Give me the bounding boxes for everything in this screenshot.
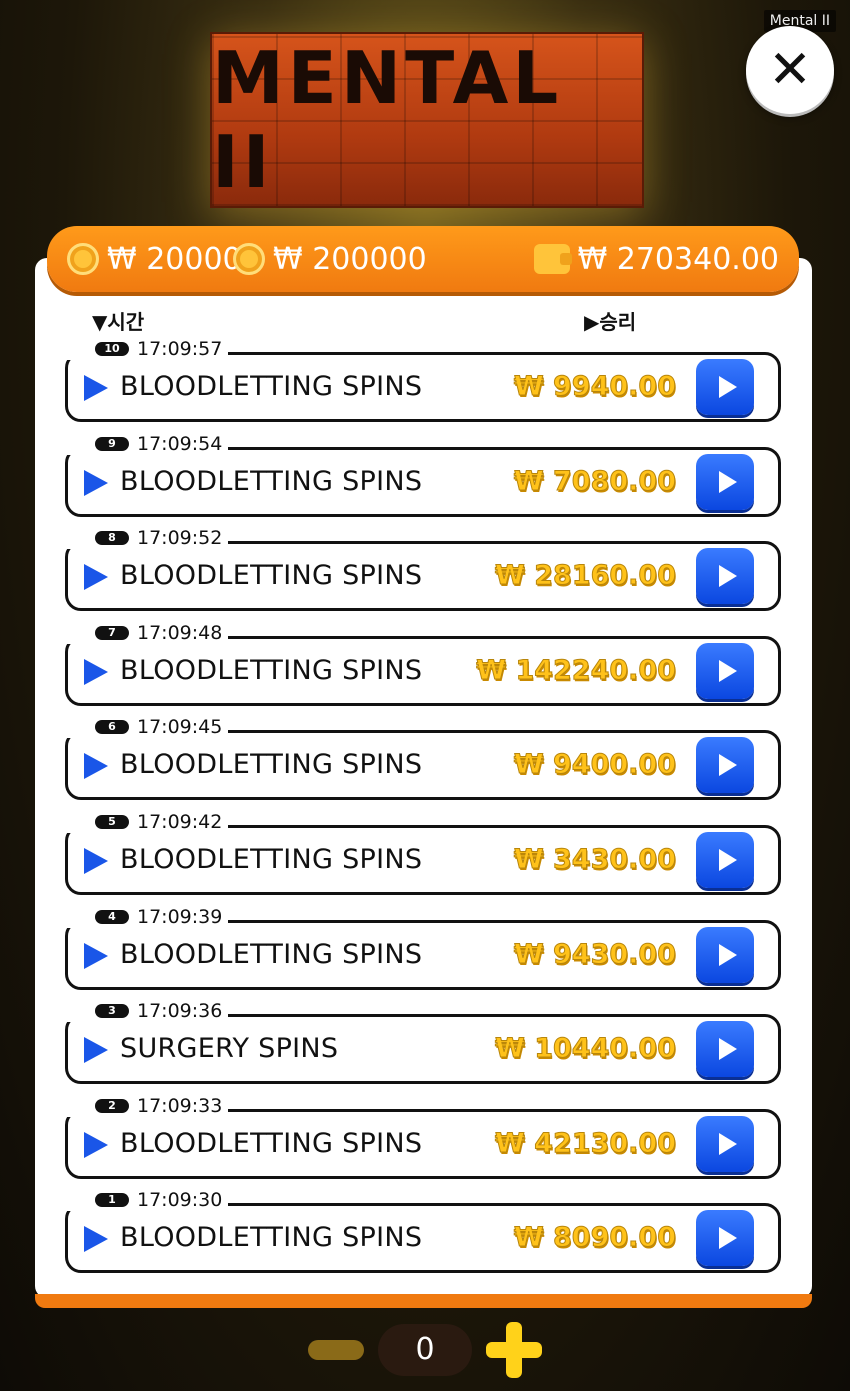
history-row[interactable]: 1 17:09:30 BLOODLETTING SPINS ₩ 8090.00	[65, 1189, 781, 1273]
game-logo: MENTAL II	[210, 32, 644, 208]
win-amount: ₩ 9430.00	[513, 939, 676, 971]
history-row[interactable]: 6 17:09:45 BLOODLETTING SPINS ₩ 9400.00	[65, 716, 781, 800]
play-icon	[718, 849, 737, 871]
play-icon	[84, 753, 108, 779]
round-index-badge: 4	[95, 910, 129, 924]
history-row[interactable]: 4 17:09:39 BLOODLETTING SPINS ₩ 9430.00	[65, 906, 781, 990]
play-icon	[718, 471, 737, 493]
round-index-badge: 6	[95, 720, 129, 734]
spin-mode: BLOODLETTING SPINS	[120, 466, 423, 497]
spin-mode: BLOODLETTING SPINS	[120, 371, 423, 402]
play-icon	[84, 659, 108, 685]
play-icon	[84, 848, 108, 874]
decrement-button[interactable]	[308, 1340, 364, 1360]
round-index-badge: 5	[95, 815, 129, 829]
win-amount: ₩ 10440.00	[495, 1033, 677, 1065]
bet-max-value: ₩ 200000	[273, 241, 427, 277]
replay-button[interactable]	[696, 1021, 754, 1077]
increment-button[interactable]	[486, 1322, 542, 1378]
spin-mode: BLOODLETTING SPINS	[120, 1128, 423, 1159]
spin-mode: BLOODLETTING SPINS	[120, 844, 423, 875]
replay-button[interactable]	[696, 832, 754, 888]
round-index-badge: 2	[95, 1099, 129, 1113]
win-amount: ₩ 9940.00	[513, 371, 676, 403]
play-icon	[718, 565, 737, 587]
caret-right-icon: ▶	[584, 310, 600, 334]
play-icon	[718, 1038, 737, 1060]
win-amount: ₩ 3430.00	[513, 844, 676, 876]
play-icon	[84, 943, 108, 969]
play-icon	[84, 375, 108, 401]
play-icon	[718, 754, 737, 776]
round-index-badge: 10	[95, 342, 129, 356]
replay-button[interactable]	[696, 1210, 754, 1266]
spin-mode: SURGERY SPINS	[120, 1033, 339, 1064]
wallet-icon	[533, 244, 572, 274]
balance-bar: ₩ 20000 ₩ 200000 ₩ 270340.00	[47, 226, 799, 292]
spin-mode: BLOODLETTING SPINS	[120, 749, 423, 780]
stepper-value: 0	[378, 1324, 472, 1376]
win-amount: ₩ 8090.00	[513, 1222, 676, 1254]
win-header-label: 승리	[599, 310, 637, 334]
close-icon: ✕	[768, 40, 812, 100]
play-icon	[84, 1132, 108, 1158]
win-amount: ₩ 42130.00	[495, 1128, 677, 1160]
close-button[interactable]: ✕	[746, 26, 834, 114]
time-header-label: 시간	[107, 310, 145, 334]
bet-min: ₩ 20000	[67, 226, 242, 292]
play-icon	[718, 1227, 737, 1249]
play-icon	[84, 1226, 108, 1252]
sort-win-header[interactable]: ▶승리	[584, 306, 636, 335]
bet-max: ₩ 200000	[233, 226, 427, 292]
spin-mode: BLOODLETTING SPINS	[120, 1222, 423, 1253]
panel-bottom-bar	[35, 1294, 812, 1308]
spin-mode: BLOODLETTING SPINS	[120, 655, 423, 686]
win-amount: ₩ 9400.00	[513, 749, 676, 781]
round-index-badge: 1	[95, 1193, 129, 1207]
caret-down-icon: ▼	[92, 310, 108, 334]
round-index-badge: 7	[95, 626, 129, 640]
history-row[interactable]: 5 17:09:42 BLOODLETTING SPINS ₩ 3430.00	[65, 811, 781, 895]
sort-time-header[interactable]: ▼시간	[92, 306, 144, 335]
replay-button[interactable]	[696, 1116, 754, 1172]
play-icon	[84, 564, 108, 590]
win-amount: ₩ 28160.00	[495, 560, 677, 592]
wallet-balance: ₩ 270340.00	[533, 226, 779, 292]
coin-icon	[67, 243, 99, 275]
spin-mode: BLOODLETTING SPINS	[120, 939, 423, 970]
play-icon	[84, 1037, 108, 1063]
coin-icon	[233, 243, 265, 275]
history-row[interactable]: 9 17:09:54 BLOODLETTING SPINS ₩ 7080.00	[65, 433, 781, 517]
history-row[interactable]: 3 17:09:36 SURGERY SPINS ₩ 10440.00	[65, 1000, 781, 1084]
round-index-badge: 9	[95, 437, 129, 451]
wallet-value: ₩ 270340.00	[577, 241, 779, 277]
logo-text: MENTAL II	[212, 36, 563, 204]
play-icon	[84, 470, 108, 496]
round-index-badge: 3	[95, 1004, 129, 1018]
play-icon	[718, 1133, 737, 1155]
history-row[interactable]: 7 17:09:48 BLOODLETTING SPINS ₩ 142240.00	[65, 622, 781, 706]
round-index-badge: 8	[95, 531, 129, 545]
history-row[interactable]: 2 17:09:33 BLOODLETTING SPINS ₩ 42130.00	[65, 1095, 781, 1179]
replay-button[interactable]	[696, 927, 754, 983]
replay-button[interactable]	[696, 454, 754, 510]
play-icon	[718, 944, 737, 966]
win-amount: ₩ 142240.00	[476, 655, 677, 687]
replay-button[interactable]	[696, 643, 754, 699]
history-row[interactable]: 10 17:09:57 BLOODLETTING SPINS ₩ 9940.00	[65, 338, 781, 422]
play-icon	[718, 376, 737, 398]
history-row[interactable]: 8 17:09:52 BLOODLETTING SPINS ₩ 28160.00	[65, 527, 781, 611]
replay-button[interactable]	[696, 359, 754, 415]
spin-mode: BLOODLETTING SPINS	[120, 560, 423, 591]
bet-min-value: ₩ 20000	[107, 241, 242, 277]
replay-button[interactable]	[696, 548, 754, 604]
replay-button[interactable]	[696, 737, 754, 793]
win-amount: ₩ 7080.00	[513, 466, 676, 498]
play-icon	[718, 660, 737, 682]
